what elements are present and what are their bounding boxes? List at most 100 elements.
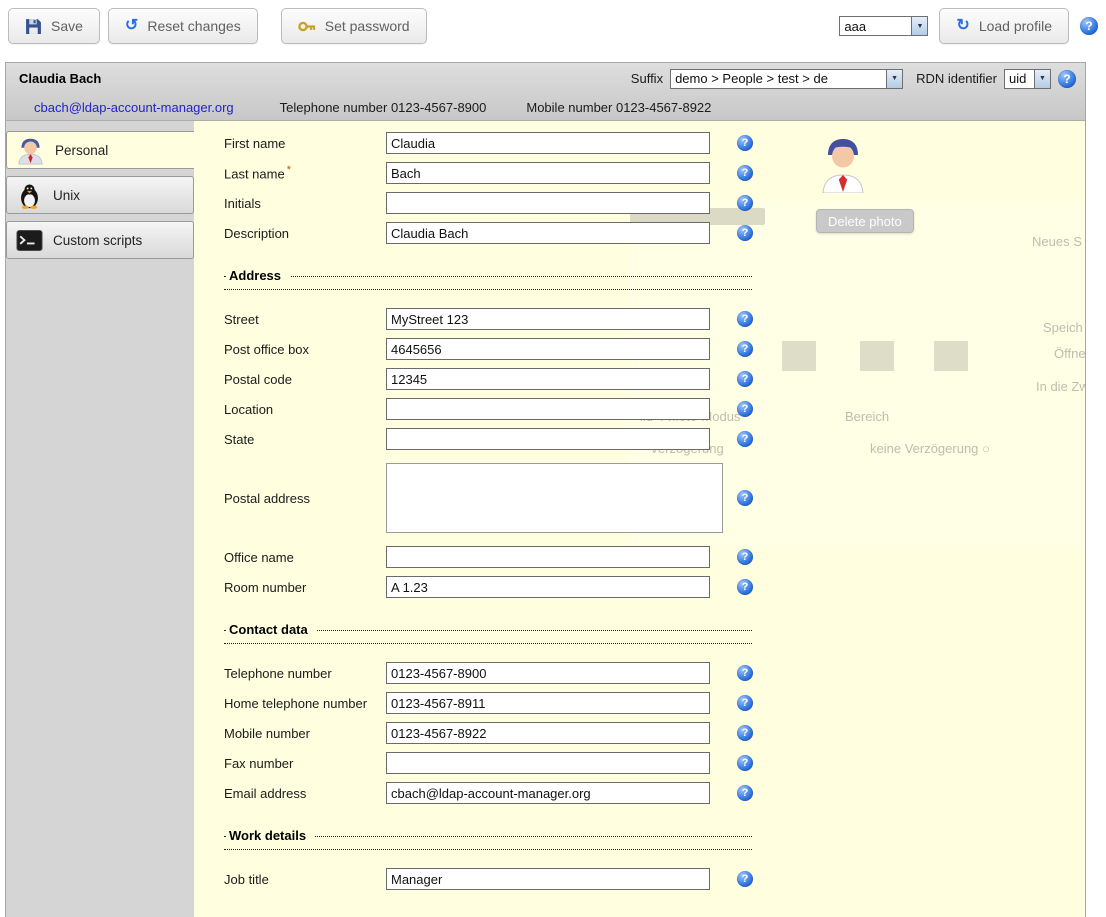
account-header-row2: cbach@ldap-account-manager.org Telephone… <box>6 94 1085 120</box>
help-icon[interactable]: ? <box>737 195 753 211</box>
form-row-job-title: Job title ? <box>224 864 1085 894</box>
room-number-input[interactable] <box>386 576 710 598</box>
last-name-input[interactable] <box>386 162 710 184</box>
tab-personal[interactable]: Personal <box>6 131 194 169</box>
form-row-email: Email address ? <box>224 778 1085 808</box>
form-row-mobile: Mobile number ? <box>224 718 1085 748</box>
form-row-fax: Fax number ? <box>224 748 1085 778</box>
header-mobile-text: Mobile number 0123-4567-8922 <box>526 100 711 115</box>
tab-personal-label: Personal <box>55 143 108 158</box>
save-button-label: Save <box>51 18 83 34</box>
reset-button-label: Reset changes <box>147 18 240 34</box>
set-password-label: Set password <box>325 18 410 34</box>
rdn-identifier-label: RDN identifier <box>916 71 997 86</box>
initials-label: Initials <box>224 196 386 211</box>
email-label: Email address <box>224 786 386 801</box>
help-icon[interactable]: ? <box>737 135 753 151</box>
help-icon[interactable]: ? <box>737 665 753 681</box>
first-name-input[interactable] <box>386 132 710 154</box>
form-row-state: State ? <box>224 424 1085 454</box>
form-row-description: Description ? <box>224 218 1085 248</box>
help-icon[interactable]: ? <box>737 341 753 357</box>
header-telephone-text: Telephone number 0123-4567-8900 <box>280 100 487 115</box>
profile-select[interactable]: aaa ▼ <box>839 16 928 36</box>
po-box-input[interactable] <box>386 338 710 360</box>
job-title-label: Job title <box>224 872 386 887</box>
office-name-input[interactable] <box>386 546 710 568</box>
street-input[interactable] <box>386 308 710 330</box>
help-icon[interactable]: ? <box>737 579 753 595</box>
section-contact-data: Contact data <box>224 622 752 644</box>
fax-input[interactable] <box>386 752 710 774</box>
email-input[interactable] <box>386 782 710 804</box>
rdn-select-value: uid <box>1005 71 1034 86</box>
toolbar: Save ↺ Reset changes Set password aaa ▼ … <box>8 6 1098 46</box>
suffix-label: Suffix <box>631 71 663 86</box>
help-icon[interactable]: ? <box>737 785 753 801</box>
delete-photo-button[interactable]: Delete photo <box>816 209 914 233</box>
undo-arrow-icon: ↺ <box>125 18 138 34</box>
help-icon[interactable]: ? <box>1080 17 1098 35</box>
job-title-input[interactable] <box>386 868 710 890</box>
help-icon[interactable]: ? <box>1058 70 1076 88</box>
help-icon[interactable]: ? <box>737 401 753 417</box>
description-input[interactable] <box>386 222 710 244</box>
tab-unix[interactable]: Unix <box>6 176 194 214</box>
load-profile-button[interactable]: ↻ Load profile <box>939 8 1069 44</box>
help-icon[interactable]: ? <box>737 695 753 711</box>
form-row-po-box: Post office box ? <box>224 334 1085 364</box>
help-icon[interactable]: ? <box>737 490 753 506</box>
suffix-select[interactable]: demo > People > test > de ▼ <box>670 69 903 89</box>
load-profile-label: Load profile <box>979 18 1052 34</box>
help-icon[interactable]: ? <box>737 549 753 565</box>
description-label: Description <box>224 226 386 241</box>
mobile-input[interactable] <box>386 722 710 744</box>
account-edit-frame: Claudia Bach Suffix demo > People > test… <box>5 62 1086 917</box>
home-telephone-input[interactable] <box>386 692 710 714</box>
help-icon[interactable]: ? <box>737 725 753 741</box>
form-row-postal-address: Postal address ? <box>224 454 1085 542</box>
postal-code-label: Postal code <box>224 372 386 387</box>
help-icon[interactable]: ? <box>737 225 753 241</box>
save-floppy-icon <box>25 18 42 35</box>
form-row-telephone: Telephone number ? <box>224 658 1085 688</box>
first-name-label: First name <box>224 136 386 151</box>
form-row-last-name: Last name* ? <box>224 158 1085 188</box>
personal-form-content: Neues S Speich Öffne In die Zwis ild- / … <box>194 121 1085 917</box>
postal-code-input[interactable] <box>386 368 710 390</box>
help-icon[interactable]: ? <box>737 755 753 771</box>
section-work-title: Work details <box>226 828 315 843</box>
user-photo <box>820 135 866 196</box>
postal-address-textarea[interactable] <box>386 463 723 533</box>
rdn-identifier-select[interactable]: uid ▼ <box>1004 69 1051 89</box>
help-icon[interactable]: ? <box>737 311 753 327</box>
chevron-down-icon: ▼ <box>886 70 902 88</box>
help-icon[interactable]: ? <box>737 371 753 387</box>
state-input[interactable] <box>386 428 710 450</box>
help-icon[interactable]: ? <box>737 165 753 181</box>
help-icon[interactable]: ? <box>737 431 753 447</box>
form-row-first-name: First name ? <box>224 128 1085 158</box>
location-input[interactable] <box>386 398 710 420</box>
reset-changes-button[interactable]: ↺ Reset changes <box>108 8 258 44</box>
key-icon <box>298 20 316 33</box>
initials-input[interactable] <box>386 192 710 214</box>
telephone-label: Telephone number <box>224 666 386 681</box>
chevron-down-icon: ▼ <box>911 17 927 35</box>
help-icon[interactable]: ? <box>737 871 753 887</box>
account-header: Claudia Bach Suffix demo > People > test… <box>6 63 1085 121</box>
section-work-details: Work details <box>224 828 752 850</box>
section-contact-title: Contact data <box>226 622 317 637</box>
terminal-icon <box>16 229 43 252</box>
section-address-title: Address <box>226 268 290 283</box>
save-button[interactable]: Save <box>8 8 100 44</box>
form-row-street: Street ? <box>224 304 1085 334</box>
office-name-label: Office name <box>224 550 386 565</box>
set-password-button[interactable]: Set password <box>281 8 427 44</box>
account-title: Claudia Bach <box>15 71 101 86</box>
telephone-input[interactable] <box>386 662 710 684</box>
tab-custom-scripts[interactable]: Custom scripts <box>6 221 194 259</box>
account-email-link[interactable]: cbach@ldap-account-manager.org <box>34 100 234 115</box>
form-row-office-name: Office name ? <box>224 542 1085 572</box>
profile-select-value: aaa <box>840 19 911 34</box>
